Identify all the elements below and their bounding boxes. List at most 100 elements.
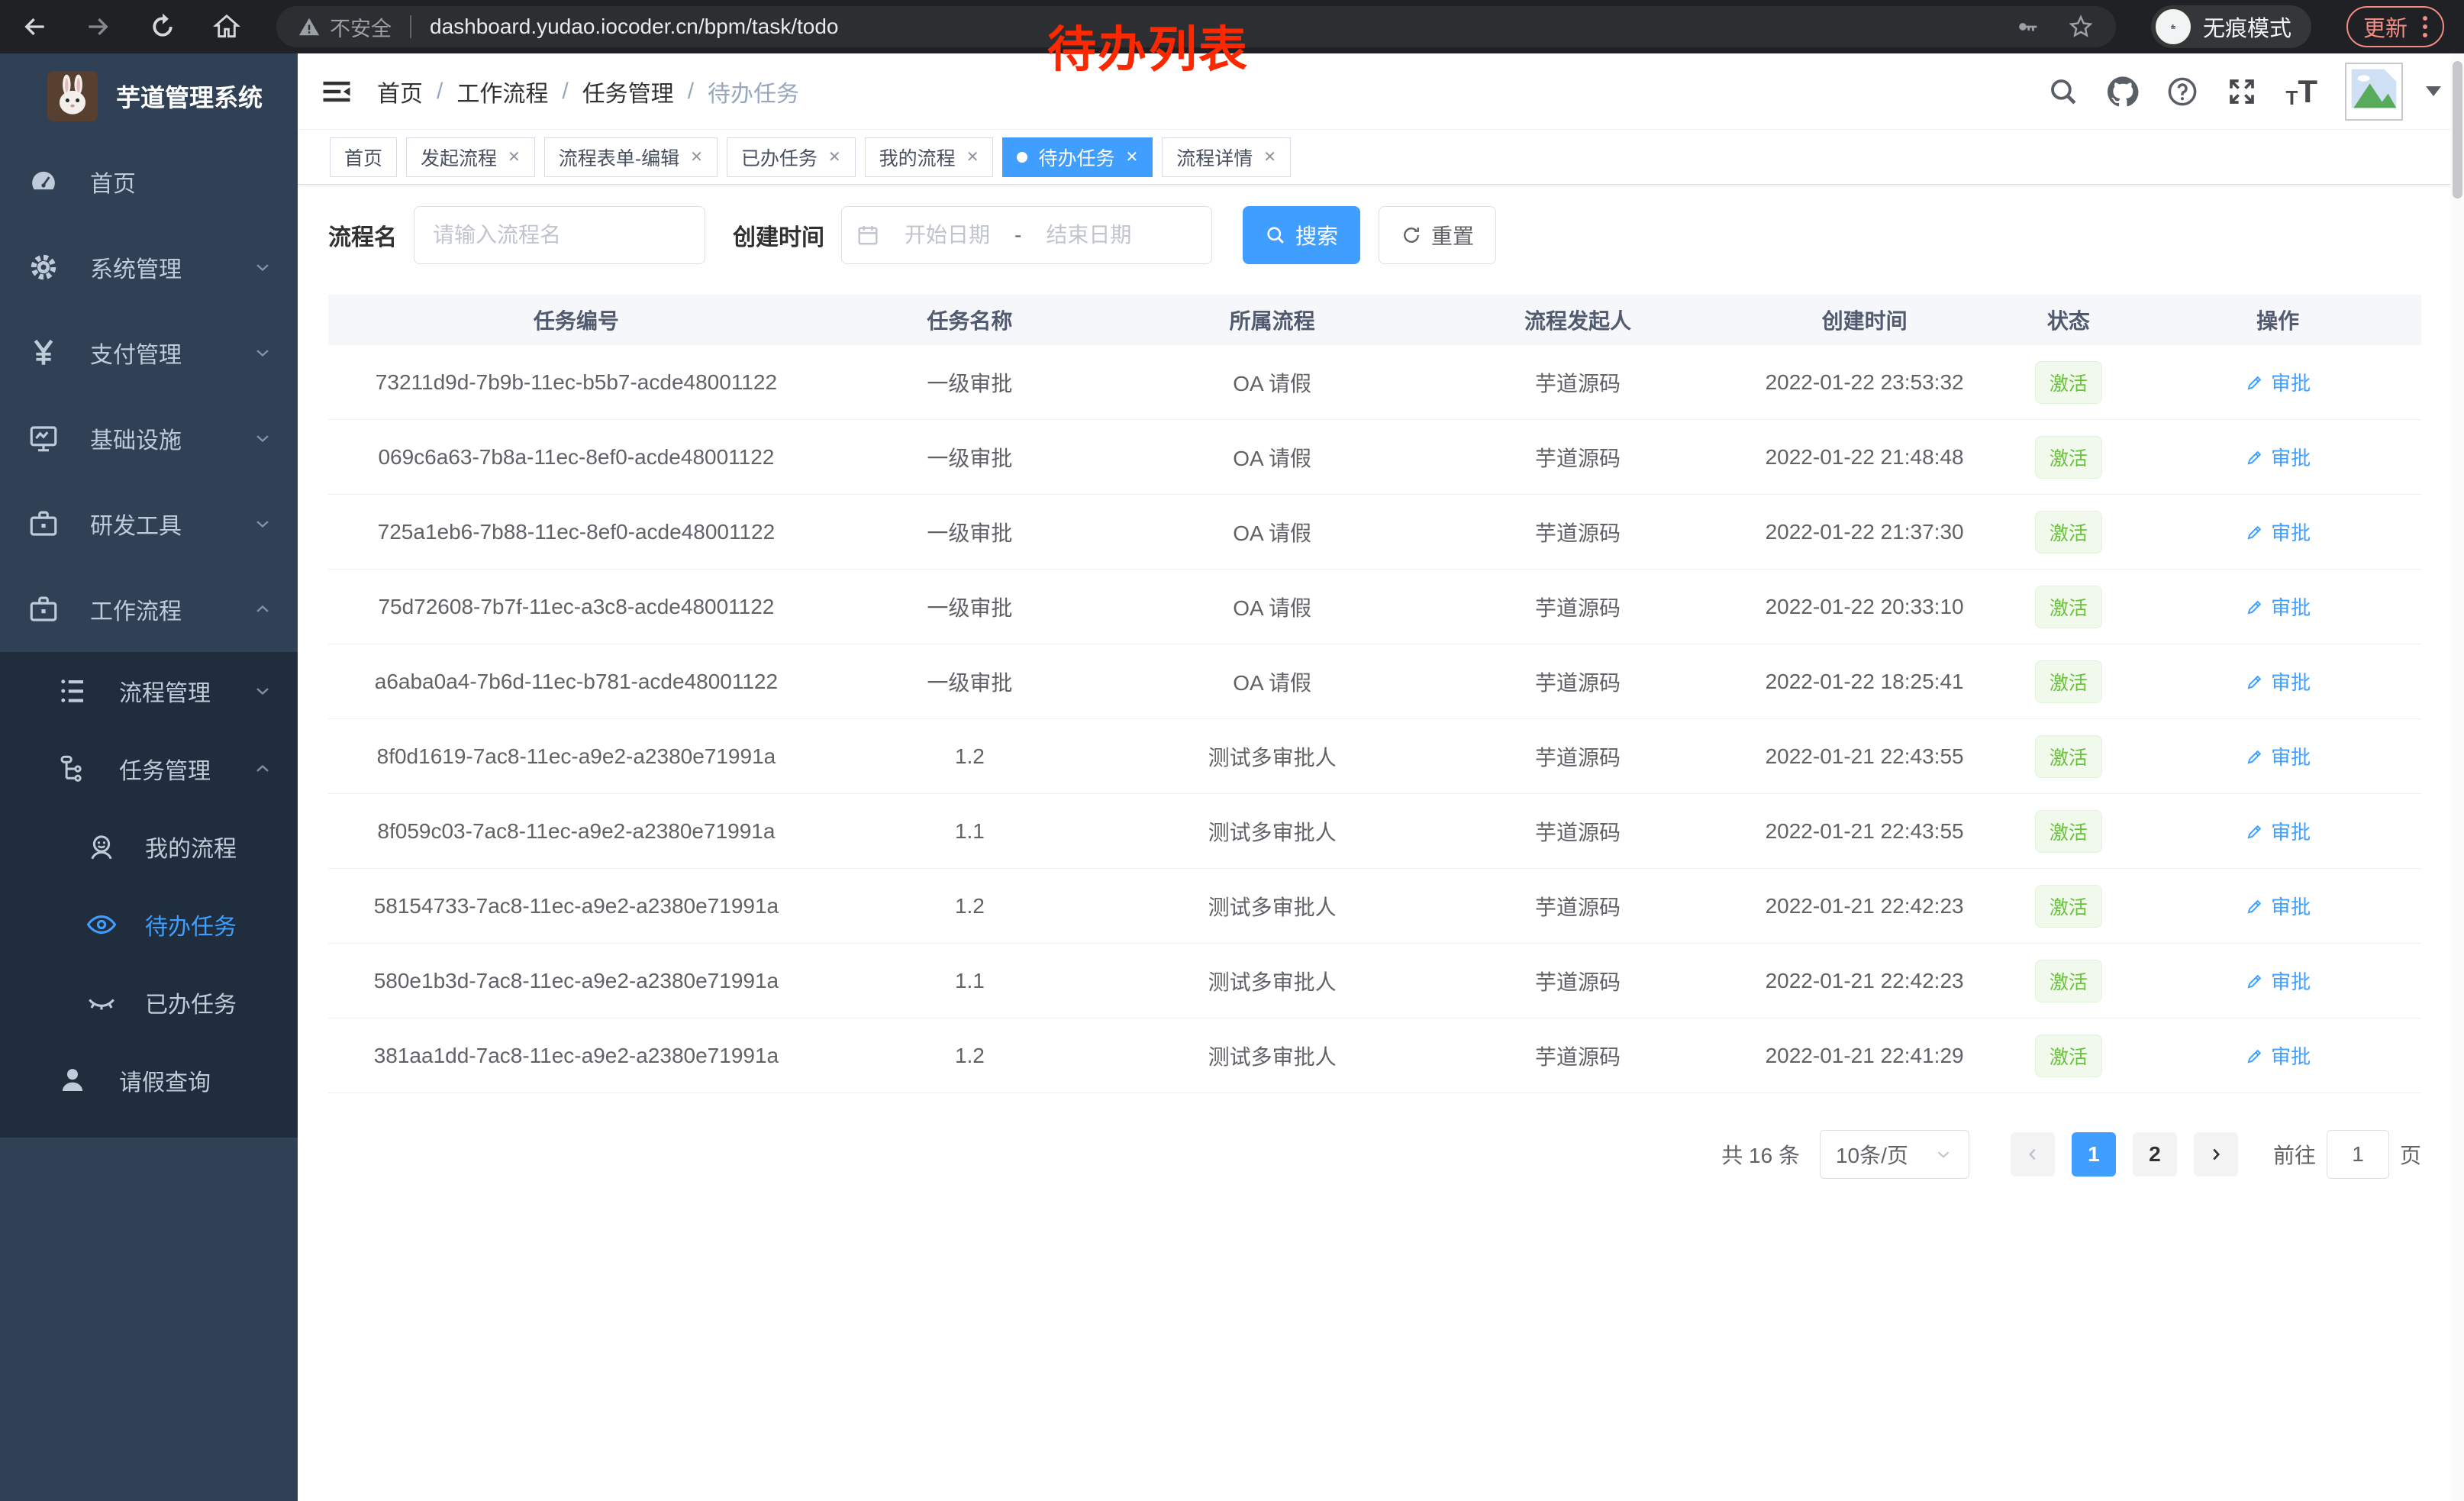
tab-done-task[interactable]: 已办任务✕ [727, 137, 856, 177]
sidebar-item-leave-query[interactable]: 请假查询 [0, 1041, 298, 1119]
chevron-down-icon [252, 257, 273, 278]
sidebar-logo[interactable]: 芋道管理系统 [0, 53, 298, 139]
tab-my-process[interactable]: 我的流程✕ [865, 137, 994, 177]
action-cell: 审批 [2134, 644, 2421, 718]
avatar-caret-icon[interactable] [2426, 86, 2441, 96]
next-page-button[interactable] [2194, 1132, 2238, 1177]
incognito-icon [2156, 9, 2191, 44]
task-name-cell: 1.2 [824, 719, 1115, 793]
column-header: 所属流程 [1115, 295, 1429, 345]
omnibox-divider [410, 15, 411, 38]
close-icon[interactable]: ✕ [1263, 147, 1276, 166]
briefcase-icon [27, 593, 60, 625]
sidebar-item-home[interactable]: 首页 [0, 139, 298, 224]
home-icon[interactable] [212, 12, 241, 41]
sidebar-toggle-icon[interactable] [321, 76, 353, 108]
approve-link[interactable]: 审批 [2245, 518, 2311, 546]
refresh-icon[interactable] [148, 12, 177, 41]
edit-pen-icon [2245, 597, 2265, 617]
breadcrumb-workflow[interactable]: 工作流程 [456, 75, 548, 108]
approve-link[interactable]: 审批 [2245, 967, 2311, 995]
avatar[interactable] [2345, 63, 2403, 121]
approve-link[interactable]: 审批 [2245, 742, 2311, 770]
search-icon[interactable] [2047, 76, 2079, 108]
close-icon[interactable]: ✕ [508, 147, 521, 166]
status-badge: 激活 [2035, 1035, 2102, 1077]
initiator-cell: 芋道源码 [1429, 644, 1726, 718]
sidebar-item-workflow[interactable]: 工作流程 [0, 567, 298, 652]
sidebar-item-my-process[interactable]: 我的流程 [0, 808, 298, 886]
initiator-cell: 芋道源码 [1429, 869, 1726, 943]
briefcase-icon [27, 508, 60, 540]
breadcrumb-home[interactable]: 首页 [377, 75, 423, 108]
approve-link[interactable]: 审批 [2245, 592, 2311, 621]
tab-start-process[interactable]: 发起流程✕ [406, 137, 535, 177]
action-cell: 审批 [2134, 869, 2421, 943]
forward-icon[interactable] [84, 12, 113, 41]
approve-link[interactable]: 审批 [2245, 1041, 2311, 1070]
annotation-text: 待办列表 [1047, 11, 1249, 81]
task-name-cell: 一级审批 [824, 570, 1115, 644]
start-date-input[interactable] [886, 223, 1008, 247]
initiator-cell: 芋道源码 [1429, 1018, 1726, 1093]
chevron-down-icon [252, 342, 273, 363]
sidebar: 芋道管理系统 首页 系统管理 支付管理 基础设施 研发工具 [0, 53, 298, 1501]
goto-page-input[interactable] [2327, 1130, 2389, 1179]
process-name-input[interactable] [414, 206, 705, 264]
action-cell: 审批 [2134, 1018, 2421, 1093]
tab-todo-task[interactable]: 待办任务✕ [1002, 137, 1153, 177]
tab-process-detail[interactable]: 流程详情✕ [1162, 137, 1291, 177]
sidebar-item-todo-task[interactable]: 待办任务 [0, 886, 298, 964]
table-row: 73211d9d-7b9b-11ec-b5b7-acde48001122 一级审… [328, 345, 2421, 420]
table-row: 8f059c03-7ac8-11ec-a9e2-a2380e71991a 1.1… [328, 794, 2421, 869]
approve-link[interactable]: 审批 [2245, 892, 2311, 920]
edit-pen-icon [2245, 1046, 2265, 1066]
goto-unit: 页 [2400, 1139, 2421, 1170]
approve-link[interactable]: 审批 [2245, 667, 2311, 696]
prev-page-button[interactable] [2011, 1132, 2055, 1177]
create-time-cell: 2022-01-21 22:42:23 [1727, 869, 2003, 943]
tab-home[interactable]: 首页 [330, 137, 397, 177]
tab-form-edit[interactable]: 流程表单-编辑✕ [544, 137, 718, 177]
help-icon[interactable] [2166, 76, 2198, 108]
search-button[interactable]: 搜索 [1243, 206, 1360, 264]
close-icon[interactable]: ✕ [966, 147, 979, 166]
action-cell: 审批 [2134, 420, 2421, 494]
sidebar-item-task-mgmt[interactable]: 任务管理 [0, 730, 298, 808]
approve-link[interactable]: 审批 [2245, 368, 2311, 396]
process-cell: OA 请假 [1115, 495, 1429, 569]
font-size-icon[interactable]: TT [2285, 76, 2317, 108]
security-chip[interactable]: 不安全 [298, 12, 392, 42]
close-icon[interactable]: ✕ [828, 147, 841, 166]
page-2-button[interactable]: 2 [2133, 1132, 2177, 1177]
approve-link[interactable]: 审批 [2245, 443, 2311, 471]
scrollbar-track[interactable] [2450, 53, 2464, 1501]
back-icon[interactable] [20, 12, 49, 41]
sidebar-item-devtools[interactable]: 研发工具 [0, 481, 298, 567]
reset-button[interactable]: 重置 [1379, 206, 1496, 264]
browser-menu-icon[interactable] [2423, 16, 2427, 37]
status-badge: 激活 [2035, 586, 2102, 628]
date-range-picker[interactable]: - [841, 206, 1212, 264]
update-button[interactable]: 更新 [2346, 6, 2444, 47]
breadcrumb-task-mgmt[interactable]: 任务管理 [582, 75, 674, 108]
column-header: 创建时间 [1727, 295, 2003, 345]
sidebar-item-system[interactable]: 系统管理 [0, 224, 298, 310]
approve-link[interactable]: 审批 [2245, 817, 2311, 845]
end-date-input[interactable] [1027, 223, 1150, 247]
page-1-button[interactable]: 1 [2072, 1132, 2116, 1177]
sidebar-item-process-mgmt[interactable]: 流程管理 [0, 652, 298, 730]
github-icon[interactable] [2107, 76, 2139, 108]
close-icon[interactable]: ✕ [690, 147, 703, 166]
sidebar-item-payment[interactable]: 支付管理 [0, 310, 298, 395]
sidebar-item-infra[interactable]: 基础设施 [0, 395, 298, 481]
task-id-cell: 580e1b3d-7ac8-11ec-a9e2-a2380e71991a [328, 944, 824, 1018]
key-icon[interactable] [2015, 14, 2041, 40]
bookmark-star-icon[interactable] [2067, 13, 2095, 40]
sidebar-item-done-task[interactable]: 已办任务 [0, 964, 298, 1041]
page-size-select[interactable]: 10条/页 [1820, 1130, 1969, 1179]
fullscreen-icon[interactable] [2226, 76, 2258, 108]
scrollbar-thumb[interactable] [2453, 61, 2462, 199]
close-icon[interactable]: ✕ [1125, 147, 1138, 166]
column-header: 操作 [2134, 295, 2421, 345]
